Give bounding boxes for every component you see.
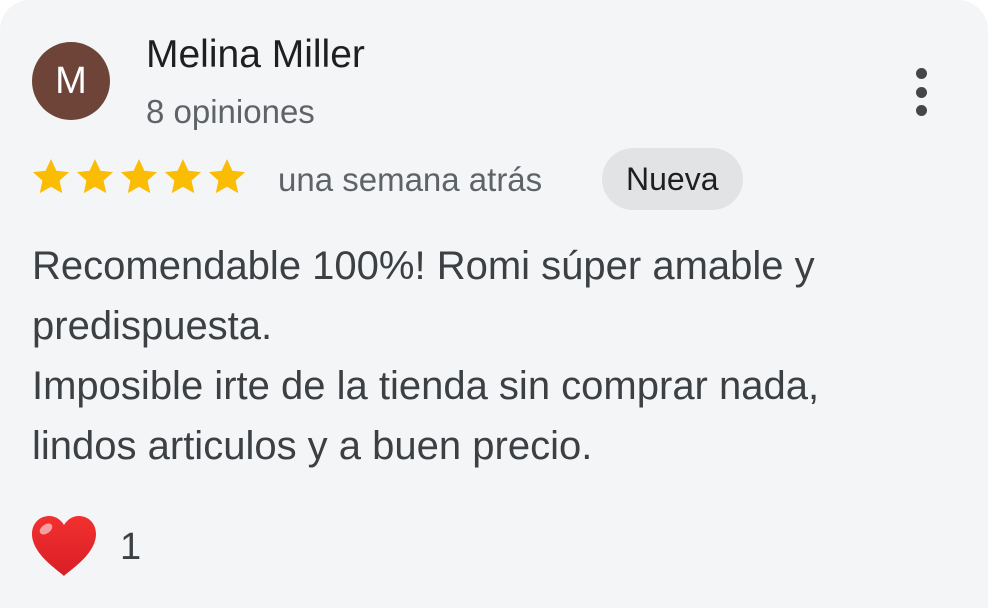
more-vert-icon-dot <box>915 86 927 98</box>
more-vert-icon <box>915 68 927 79</box>
new-badge: Nueva <box>602 148 743 210</box>
star-icon <box>76 159 114 194</box>
author-name[interactable]: Melina Miller <box>146 32 365 78</box>
star-icon <box>120 159 158 194</box>
review-text: Recomendable 100%! Romi súper amable y p… <box>32 236 952 476</box>
avatar[interactable]: M <box>32 42 110 120</box>
review-text-line: Recomendable 100%! Romi súper amable y <box>32 244 815 288</box>
more-options-button[interactable] <box>900 64 942 120</box>
more-vert-icon-dot <box>915 105 927 116</box>
star-rating <box>30 156 248 198</box>
heart-reaction-button[interactable]: 1 <box>28 514 141 580</box>
star-icon <box>164 159 202 194</box>
avatar-letter: M <box>55 59 87 102</box>
review-card: M Melina Miller 8 opiniones una semana a… <box>0 0 988 608</box>
star-icon <box>208 159 246 194</box>
review-text-line: lindos articulos y a buen precio. <box>32 424 593 468</box>
review-text-line: predispuesta. <box>32 304 273 348</box>
star-icon <box>32 159 70 194</box>
review-count: 8 opiniones <box>146 93 315 130</box>
review-text-line: Imposible irte de la tienda sin comprar … <box>32 364 820 408</box>
review-time: una semana atrás <box>278 161 543 198</box>
heart-icon <box>32 516 96 576</box>
reaction-count: 1 <box>120 526 142 568</box>
